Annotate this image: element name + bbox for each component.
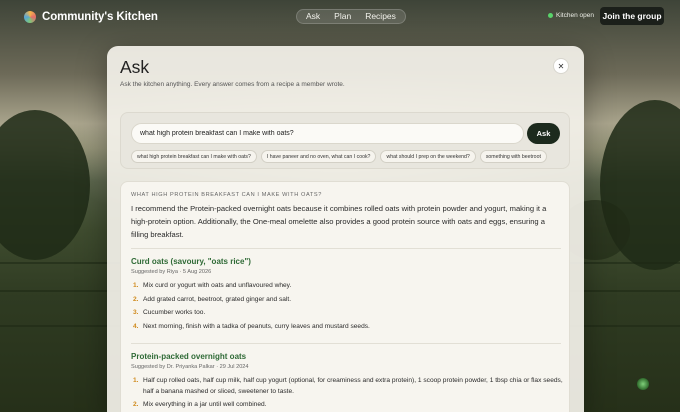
close-icon: ✕ xyxy=(557,61,565,71)
step-text: Cucumber works too. xyxy=(143,309,206,317)
status-text: Kitchen open xyxy=(556,12,594,19)
step-text: Next morning, finish with a tadka of pea… xyxy=(143,323,370,331)
step-text: Mix everything in a jar until well combi… xyxy=(143,401,267,409)
recipe-title[interactable]: Protein-packed overnight oats xyxy=(131,352,563,361)
recipe-title[interactable]: Curd oats (savoury, "oats rice") xyxy=(131,257,563,266)
suggestion-chip[interactable]: something with beetroot xyxy=(479,150,547,163)
close-button[interactable]: ✕ xyxy=(553,58,569,74)
brand[interactable]: Community's Kitchen xyxy=(24,11,158,23)
kitchen-status: Kitchen open xyxy=(548,12,594,19)
modal-title: Ask xyxy=(120,57,150,77)
step-text: Half cup rolled oats, half cup milk, hal… xyxy=(143,377,563,395)
ask-button[interactable]: Ask xyxy=(527,123,560,144)
nav-item-plan[interactable]: Plan xyxy=(328,10,357,23)
recipe-step: 1. Half cup rolled oats, half cup milk, h… xyxy=(131,376,563,397)
join-group-button[interactable]: Join the group xyxy=(600,7,664,25)
brand-name: Community's Kitchen xyxy=(42,11,158,23)
suggestion-chip[interactable]: what should I prep on the weekend? xyxy=(380,150,476,163)
suggestion-chip[interactable]: I have paneer and no oven, what can I co… xyxy=(260,150,377,163)
step-number: 3. xyxy=(133,309,139,317)
ask-card: Ask what high protein breakfast can I ma… xyxy=(120,112,570,169)
recipe-steps: 1. Half cup rolled oats, half cup milk, h… xyxy=(131,376,563,411)
suggestion-chip[interactable]: what high protein breakfast can I make w… xyxy=(131,150,257,163)
recipe-meta: Suggested by Dr. Priyanka Palkar · 29 Ju… xyxy=(131,364,249,370)
ask-modal: Ask Ask the kitchen anything. Every answ… xyxy=(107,46,584,412)
nav-item-recipes[interactable]: Recipes xyxy=(359,10,402,23)
main-nav: Ask Plan Recipes xyxy=(296,9,406,24)
status-dot-icon xyxy=(548,13,553,18)
answer-text: I recommend the Protein-packed overnight… xyxy=(131,204,547,239)
step-number: 4. xyxy=(133,323,139,331)
step-number: 1. xyxy=(133,377,139,384)
recipe-meta: Suggested by Riya · 5 Aug 2026 xyxy=(131,269,212,275)
recipe-card: Protein-packed overnight oats Suggested … xyxy=(131,352,563,412)
recipe-card: Curd oats (savoury, "oats rice") Suggest… xyxy=(131,257,563,336)
nav-item-ask[interactable]: Ask xyxy=(300,10,326,23)
recipe-steps: 1. Mix curd or yogurt with oats and unfla… xyxy=(131,281,563,333)
recipe-step: 1. Mix curd or yogurt with oats and unfla… xyxy=(131,281,563,292)
recipe-step: 3. Cucumber works too. xyxy=(131,308,563,319)
question-label: WHAT HIGH PROTEIN BREAKFAST CAN I MAKE W… xyxy=(131,192,322,198)
divider xyxy=(131,248,561,249)
answer-card: WHAT HIGH PROTEIN BREAKFAST CAN I MAKE W… xyxy=(120,181,570,412)
brand-logo-icon xyxy=(24,11,36,23)
divider xyxy=(131,343,561,344)
step-number: 2. xyxy=(133,295,139,303)
question-input[interactable] xyxy=(131,123,524,144)
recipe-step: 2. Add grated carrot, beetroot, grated gi… xyxy=(131,295,563,306)
step-number: 2. xyxy=(133,401,139,409)
step-text: Add grated carrot, beetroot, grated ging… xyxy=(143,295,292,303)
status-orb xyxy=(637,378,649,390)
recipe-step: 4. Next morning, finish with a tadka of p… xyxy=(131,322,563,333)
suggestion-chips: what high protein breakfast can I make w… xyxy=(131,150,547,163)
step-number: 1. xyxy=(133,282,139,289)
modal-subtitle: Ask the kitchen anything. Every answer c… xyxy=(120,81,345,88)
recipe-step: 2. Mix everything in a jar until well com… xyxy=(131,400,563,411)
step-text: Mix curd or yogurt with oats and unflavo… xyxy=(143,282,292,289)
